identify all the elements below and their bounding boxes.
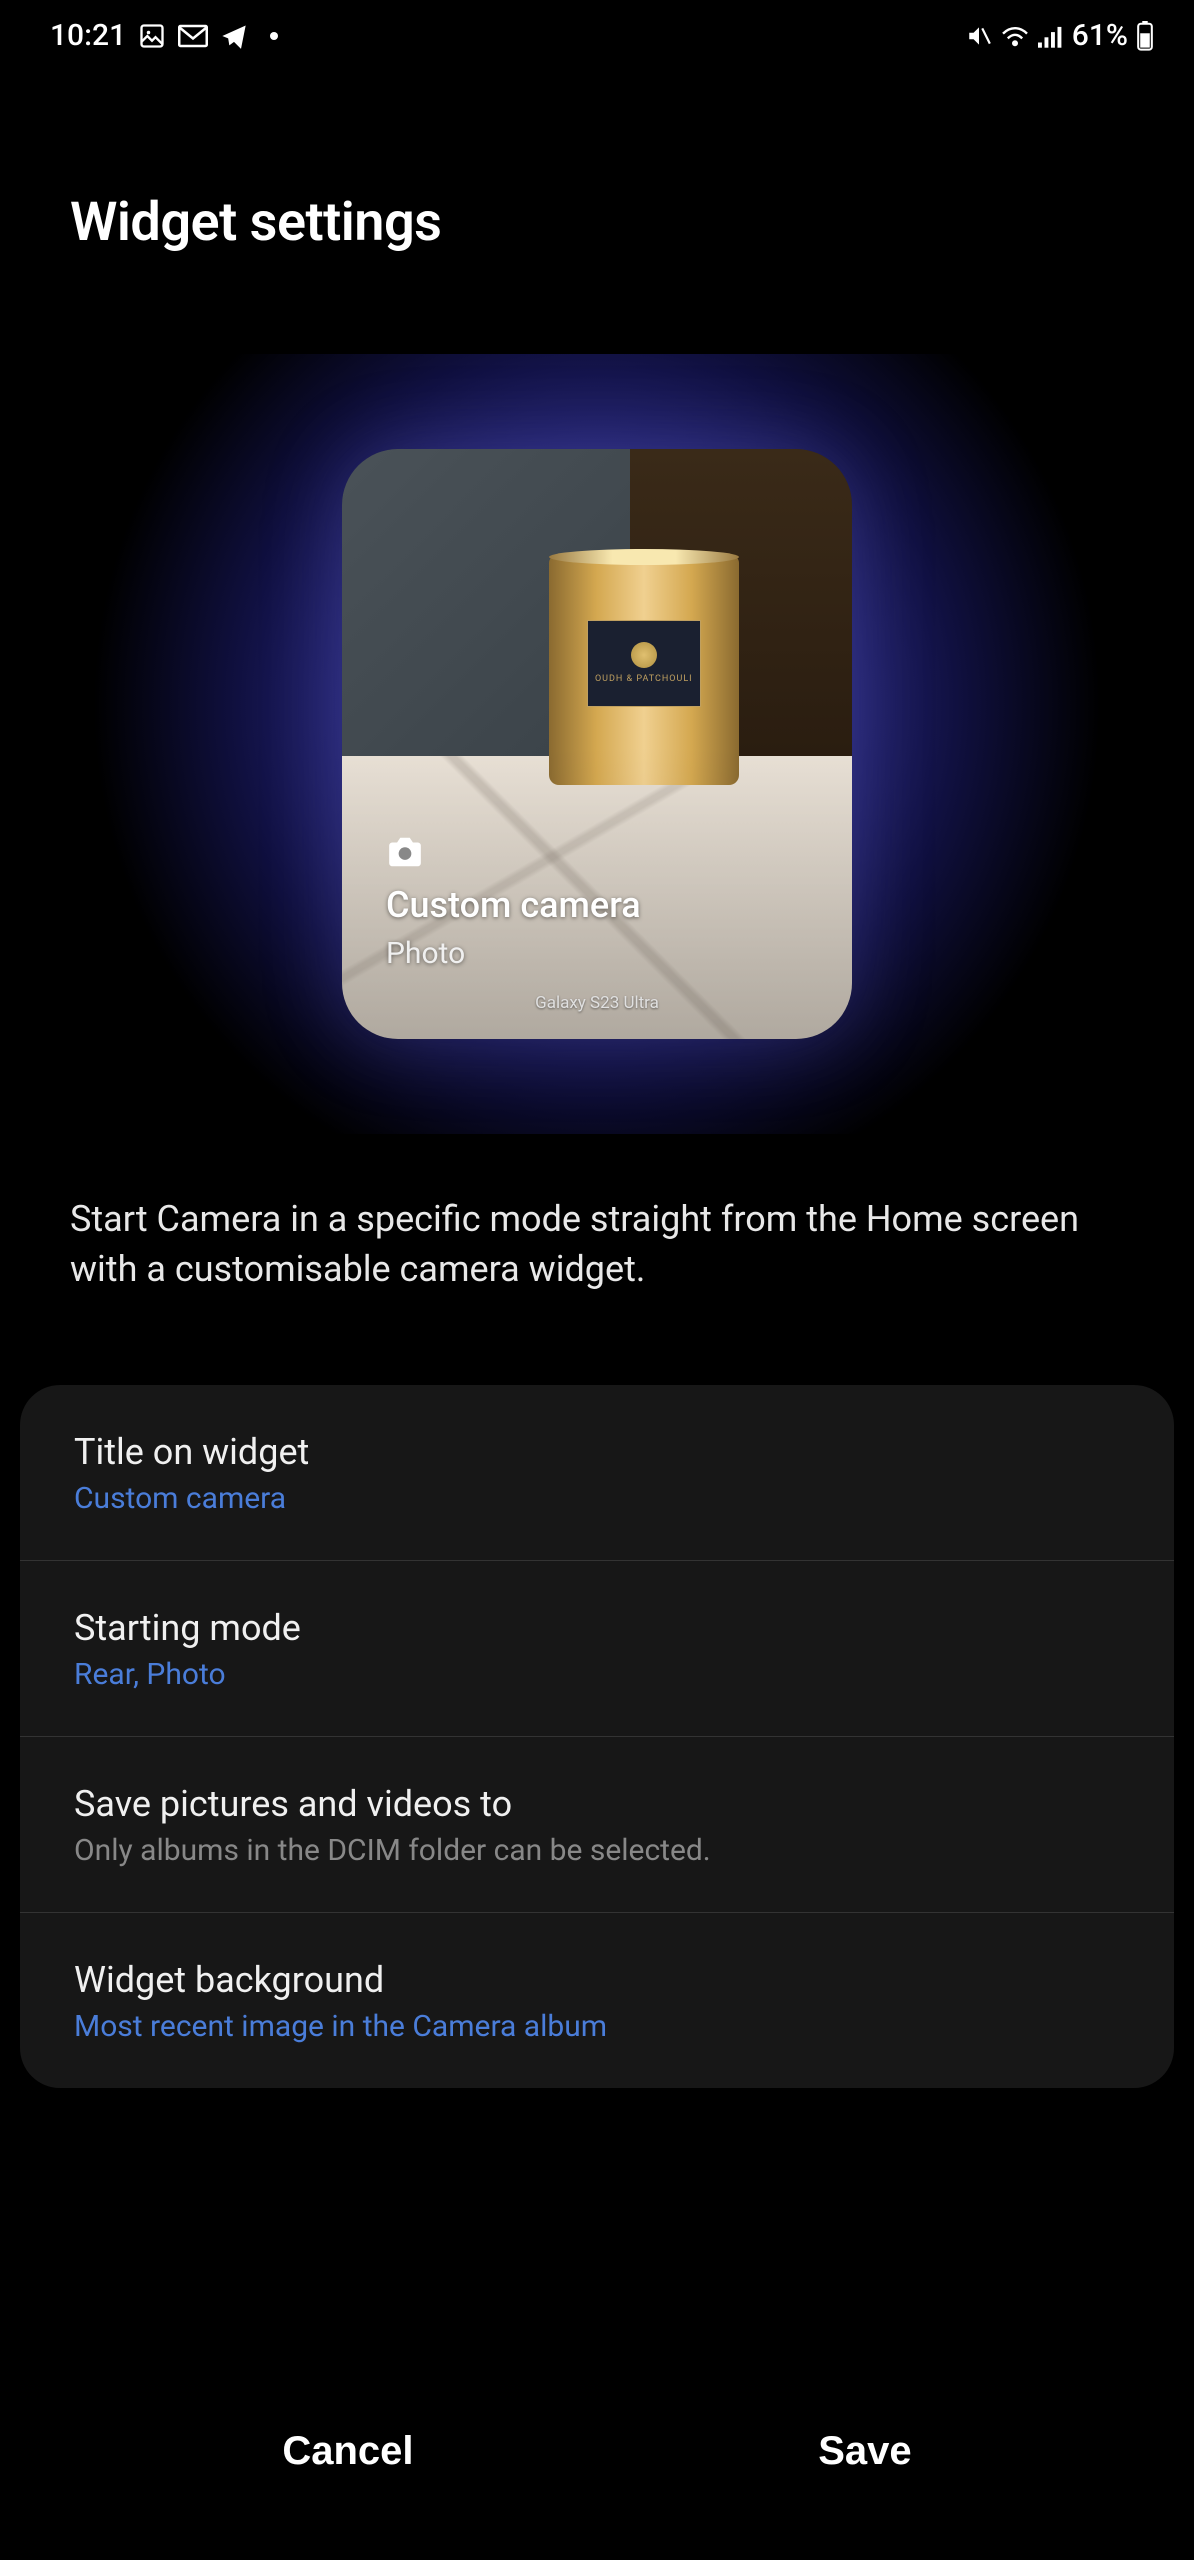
button-bar: Cancel Save <box>0 2373 1194 2530</box>
save-button[interactable]: Save <box>758 2403 971 2500</box>
camera-icon <box>386 836 808 872</box>
more-notifications-dot <box>270 32 278 40</box>
widget-description: Start Camera in a specific mode straight… <box>0 1134 1194 1345</box>
widget-overlay: Custom camera Photo Galaxy S23 Ultra <box>342 449 852 1039</box>
setting-hint: Only albums in the DCIM folder can be se… <box>74 1833 1120 1868</box>
signal-icon <box>1038 24 1064 48</box>
setting-title-on-widget[interactable]: Title on widget Custom camera <box>20 1385 1174 1561</box>
setting-value: Custom camera <box>74 1481 1120 1516</box>
setting-widget-background[interactable]: Widget background Most recent image in t… <box>20 1913 1174 2088</box>
widget-preview-title: Custom camera <box>386 884 808 926</box>
cancel-button[interactable]: Cancel <box>222 2403 473 2500</box>
widget-preview-device: Galaxy S23 Ultra <box>386 993 808 1013</box>
status-time: 10:21 <box>50 18 126 53</box>
gmail-icon <box>178 24 208 48</box>
setting-label: Starting mode <box>74 1607 1120 1649</box>
telegram-icon <box>220 22 248 50</box>
status-right: 61% <box>966 18 1154 53</box>
page-title: Widget settings <box>0 71 1194 314</box>
setting-label: Title on widget <box>74 1431 1120 1473</box>
battery-icon <box>1136 21 1154 51</box>
widget-preview-card: OUDH & PATCHOULI Custom camera Photo Gal… <box>342 449 852 1039</box>
setting-save-to[interactable]: Save pictures and videos to Only albums … <box>20 1737 1174 1913</box>
mute-icon <box>966 23 992 49</box>
widget-preview-subtitle: Photo <box>386 936 808 971</box>
setting-label: Save pictures and videos to <box>74 1783 1120 1825</box>
gallery-icon <box>138 22 166 50</box>
settings-list: Title on widget Custom camera Starting m… <box>20 1385 1174 2088</box>
widget-preview-area: OUDH & PATCHOULI Custom camera Photo Gal… <box>20 354 1174 1134</box>
setting-value: Rear, Photo <box>74 1657 1120 1692</box>
battery-percent: 61% <box>1072 18 1128 53</box>
setting-label: Widget background <box>74 1959 1120 2001</box>
setting-starting-mode[interactable]: Starting mode Rear, Photo <box>20 1561 1174 1737</box>
status-left: 10:21 <box>50 18 278 53</box>
wifi-icon <box>1000 24 1030 48</box>
status-bar: 10:21 61% <box>0 0 1194 71</box>
setting-value: Most recent image in the Camera album <box>74 2009 1120 2044</box>
